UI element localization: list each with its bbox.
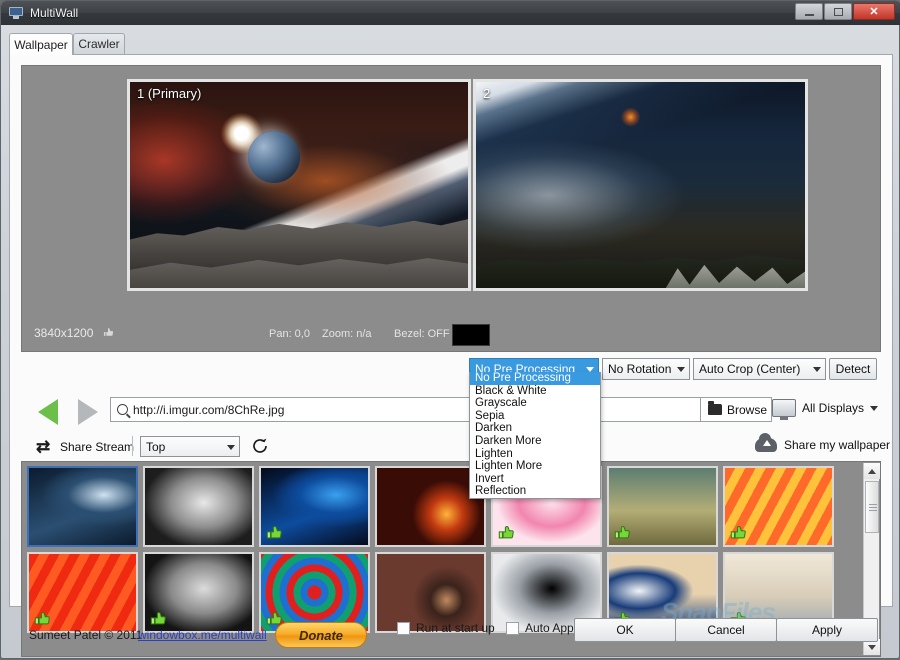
dropdown-option[interactable]: Lighten More — [470, 460, 600, 473]
thumbs-up-badge-icon[interactable] — [265, 524, 284, 542]
dropdown-option[interactable]: Darken — [470, 422, 600, 435]
monitor-1-label: 1 (Primary) — [137, 86, 202, 101]
bezel-value: Bezel: OFF — [394, 328, 450, 340]
thumbs-up-badge-icon[interactable] — [729, 524, 748, 542]
share-my-wallpaper-button[interactable]: Share my wallpaper — [755, 433, 891, 452]
next-wallpaper-button[interactable] — [78, 399, 98, 425]
rotation-selected-value: No Rotation — [608, 362, 672, 376]
url-value: http://i.imgur.com/8ChRe.jpg — [133, 402, 285, 417]
thumbs-up-badge-icon[interactable] — [497, 524, 516, 542]
zoom-value: Zoom: n/a — [322, 328, 372, 340]
refresh-button[interactable] — [250, 436, 270, 456]
chevron-down-icon — [813, 367, 821, 372]
donate-button[interactable]: Donate — [275, 622, 367, 648]
browse-label: Browse — [727, 402, 768, 417]
maximize-button[interactable] — [824, 3, 852, 20]
thumbnail-item[interactable] — [607, 466, 718, 547]
dropdown-option[interactable]: Darken More — [470, 435, 600, 448]
thumbnail-image — [377, 468, 484, 545]
tab-strip: Wallpaper Crawler — [9, 33, 893, 55]
preprocessing-dropdown-list[interactable]: No Pre Processing Black & White Grayscale S… — [469, 372, 601, 499]
thumbs-up-badge-icon[interactable] — [613, 524, 632, 542]
apply-button[interactable]: Apply — [776, 618, 878, 642]
resolution-text: 3840x1200 — [34, 326, 94, 340]
ok-button[interactable]: OK — [574, 618, 676, 642]
tab-wallpaper[interactable]: Wallpaper — [9, 33, 73, 55]
dropdown-option[interactable]: No Pre Processing — [470, 372, 600, 385]
display-icon — [772, 399, 796, 420]
share-my-wallpaper-label: Share my wallpaper — [784, 438, 891, 452]
crop-select[interactable]: Auto Crop (Center) — [693, 358, 826, 380]
search-icon — [117, 404, 128, 415]
thumbs-up-icon[interactable] — [102, 326, 115, 342]
dropdown-option[interactable]: Black & White — [470, 385, 600, 398]
dropdown-option[interactable]: Invert — [470, 473, 600, 486]
thumbnail-item[interactable] — [259, 466, 370, 547]
copyright-label: Sumeet Patel © 2011 — [29, 628, 143, 642]
window-controls: ✕ — [795, 3, 895, 20]
browse-button[interactable]: Browse — [700, 397, 772, 422]
monitor-layout: 1 (Primary) 2 — [22, 66, 880, 319]
scroll-up-button[interactable] — [864, 463, 880, 479]
dropdown-option[interactable]: Sepia — [470, 410, 600, 423]
tab-crawler[interactable]: Crawler — [73, 33, 125, 54]
close-button[interactable]: ✕ — [853, 3, 895, 20]
monitor-2-label: 2 — [483, 86, 491, 101]
crop-selected-value: Auto Crop (Center) — [699, 362, 801, 376]
thumbnail-item[interactable] — [143, 466, 254, 547]
dropdown-option[interactable]: Reflection — [470, 485, 600, 498]
monitor-2-artwork — [476, 82, 805, 288]
resolution-label: 3840x1200 — [34, 326, 115, 342]
shuffle-icon[interactable]: ⇄ — [36, 438, 50, 455]
chevron-down-icon — [870, 405, 879, 411]
folder-icon — [708, 401, 722, 415]
pan-value: Pan: 0,0 — [269, 328, 310, 340]
share-stream-label: Share Stream — [60, 440, 135, 454]
bezel-color-swatch[interactable] — [452, 324, 490, 346]
thumbnail-image — [145, 468, 252, 545]
display-label: All Displays — [802, 401, 865, 415]
website-link[interactable]: windowbox.me/multiwall — [138, 628, 267, 642]
previous-wallpaper-button[interactable] — [38, 399, 58, 425]
checkbox-box — [397, 621, 410, 635]
run-at-startup-checkbox[interactable]: Run at start up — [397, 621, 495, 635]
divider — [132, 436, 133, 456]
title-bar: MultiWall ✕ — [1, 1, 900, 25]
minimize-button[interactable] — [795, 3, 823, 20]
cancel-button[interactable]: Cancel — [675, 618, 777, 642]
wallpaper-preview[interactable]: 1 (Primary) 2 3840x1200 Pan: 0,0 Zoom: n… — [21, 65, 881, 352]
cloud-upload-icon — [755, 433, 777, 452]
window-title: MultiWall — [30, 6, 79, 20]
scrollbar-thumb[interactable] — [865, 481, 879, 533]
url-input[interactable]: http://i.imgur.com/8ChRe.jpg — [110, 397, 708, 422]
dropdown-option[interactable]: Lighten — [470, 448, 600, 461]
run-at-startup-label: Run at start up — [416, 621, 495, 635]
monitor-icon — [9, 6, 23, 20]
thumbnail-grid — [27, 466, 862, 633]
main-panel: 1 (Primary) 2 3840x1200 Pan: 0,0 Zoom: n… — [9, 54, 893, 657]
detect-button[interactable]: Detect — [829, 358, 877, 380]
stream-sort-value: Top — [146, 439, 166, 454]
preview-status-bar: 3840x1200 Pan: 0,0 Zoom: n/a Bezel: OFF — [22, 319, 880, 351]
stream-sort-select[interactable]: Top — [140, 436, 240, 457]
chevron-down-icon — [227, 445, 235, 450]
checkbox-box — [506, 621, 519, 635]
monitor-preview-1[interactable]: 1 (Primary) — [127, 79, 471, 291]
application-window: MultiWall ✕ Wallpaper Crawler 1 (Primary… — [0, 0, 900, 659]
monitor-1-artwork — [130, 82, 468, 288]
thumbnail-item[interactable] — [723, 466, 834, 547]
rotation-select[interactable]: No Rotation — [602, 358, 690, 380]
monitor-preview-2[interactable]: 2 — [473, 79, 808, 291]
display-selector[interactable]: All Displays — [772, 399, 879, 420]
thumbnail-image — [29, 468, 136, 545]
chevron-down-icon — [677, 367, 685, 372]
thumbnail-item[interactable] — [27, 466, 138, 547]
dropdown-option[interactable]: Grayscale — [470, 397, 600, 410]
auto-apply-checkbox[interactable]: Auto Apply — [506, 621, 582, 635]
